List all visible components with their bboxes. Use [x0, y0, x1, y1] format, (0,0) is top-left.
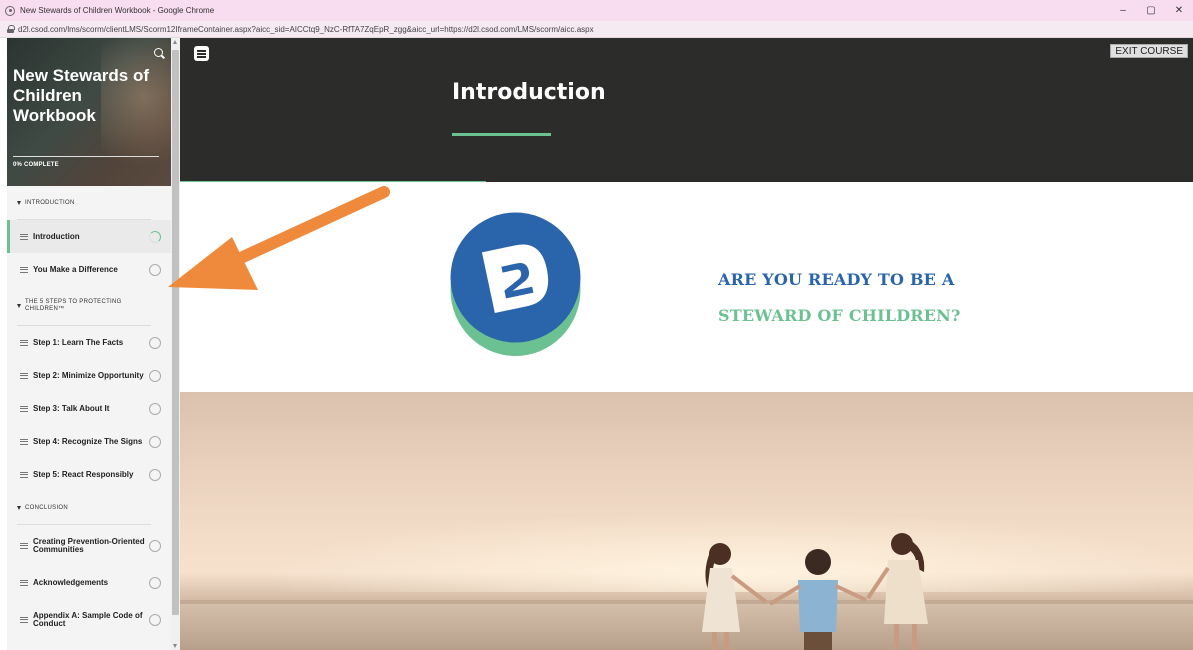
lesson-label: Creating Prevention-Oriented Communities	[33, 536, 145, 554]
lesson-step-4[interactable]: Step 4: Recognize The Signs	[7, 425, 171, 458]
lesson-lines-icon	[20, 233, 28, 240]
lesson-lines-icon	[20, 339, 28, 346]
lesson-label: Appendix A: Sample Code of Conduct	[33, 610, 143, 628]
lesson-step-5[interactable]: Step 5: React Responsibly	[7, 458, 171, 491]
lesson-lines-icon	[20, 471, 28, 478]
lesson-lines-icon	[20, 542, 28, 549]
lesson-lines-icon	[20, 405, 28, 412]
lesson-step-3[interactable]: Step 3: Talk About It	[7, 392, 171, 425]
lesson-step-2[interactable]: Step 2: Minimize Opportunity	[7, 359, 171, 392]
title-underline	[452, 133, 551, 136]
lesson-label: Step 1: Learn The Facts	[33, 337, 124, 347]
lesson-lines-icon	[20, 616, 28, 623]
children-silhouettes	[702, 533, 928, 650]
browser-titlebar: New Stewards of Children Workbook - Goog…	[0, 0, 1193, 21]
tagline-line-1: ARE YOU READY TO BE A	[718, 270, 955, 289]
section-header-conclusion[interactable]: CONCLUSION	[7, 491, 171, 525]
scroll-down-arrow-icon[interactable]	[173, 644, 177, 648]
children-beach-photo	[180, 392, 1193, 650]
address-bar[interactable]: d2l.csod.com/lms/scorm/clientLMS/Scorm12…	[0, 21, 1193, 38]
section-header-introduction[interactable]: INTRODUCTION	[7, 186, 171, 220]
lesson-lines-icon	[20, 266, 28, 273]
lock-icon	[7, 25, 15, 33]
progress-divider	[13, 156, 159, 157]
scroll-up-arrow-icon[interactable]	[173, 40, 177, 44]
progress-circle-icon	[149, 576, 161, 589]
caret-down-icon	[17, 201, 21, 205]
close-window-button[interactable]: ✕	[1165, 5, 1193, 16]
progress-circle-icon	[149, 402, 161, 415]
lesson-you-make-a-difference[interactable]: You Make a Difference	[7, 253, 171, 286]
exit-course-button[interactable]: EXIT COURSE	[1110, 44, 1188, 58]
section-title: INTRODUCTION	[25, 199, 75, 206]
lesson-appendix-a[interactable]: Appendix A: Sample Code of Conduct	[7, 599, 171, 640]
lesson-hero: EXIT COURSE Introduction	[180, 38, 1193, 182]
tagline-line-2: STEWARD OF CHILDREN?	[718, 306, 961, 325]
url-text[interactable]: d2l.csod.com/lms/scorm/clientLMS/Scorm12…	[18, 25, 594, 34]
menu-icon[interactable]	[194, 46, 209, 61]
lesson-title: Introduction	[452, 80, 606, 105]
search-icon[interactable]	[154, 48, 163, 57]
progress-label: 0% COMPLETE	[13, 162, 59, 168]
lesson-label: Introduction	[33, 231, 80, 241]
lesson-acknowledgements[interactable]: Acknowledgements	[7, 566, 171, 599]
lesson-label: You Make a Difference	[33, 264, 118, 274]
chrome-icon	[5, 5, 15, 16]
progress-circle-icon	[149, 336, 161, 349]
sidebar-scrollbar[interactable]	[171, 38, 180, 650]
lesson-introduction[interactable]: Introduction	[7, 220, 171, 253]
window-controls: – ▢ ✕	[1109, 0, 1193, 21]
lesson-label: Step 4: Recognize The Signs	[33, 436, 143, 446]
section-title: THE 5 STEPS TO PROTECTING CHILDREN™	[25, 299, 122, 312]
lesson-lines-icon	[20, 438, 28, 445]
restore-button[interactable]: ▢	[1137, 5, 1165, 16]
course-sidebar: New Stewards of Children Workbook 0% COM…	[7, 38, 171, 650]
lesson-label: Step 2: Minimize Opportunity	[33, 370, 144, 380]
lesson-content: EXIT COURSE Introduction ARE YOU READY T…	[180, 38, 1193, 650]
progress-circle-icon	[149, 613, 161, 626]
scroll-thumb[interactable]	[172, 50, 179, 615]
caret-down-icon	[17, 506, 21, 510]
intro-banner: ARE YOU READY TO BE A STEWARD OF CHILDRE…	[180, 182, 1193, 392]
lesson-label: Step 3: Talk About It	[33, 403, 110, 413]
lesson-label: Acknowledgements	[33, 577, 109, 587]
progress-circle-icon	[149, 263, 161, 276]
caret-down-icon	[17, 304, 21, 308]
sidebar-header: New Stewards of Children Workbook 0% COM…	[7, 38, 171, 186]
lesson-creating-prevention-oriented-communities[interactable]: Creating Prevention-Oriented Communities	[7, 525, 171, 566]
progress-circle-icon	[149, 468, 161, 481]
section-title: CONCLUSION	[25, 504, 69, 511]
window-title: New Stewards of Children Workbook - Goog…	[20, 6, 215, 15]
progress-circle-icon	[149, 435, 161, 448]
lesson-lines-icon	[20, 372, 28, 379]
progress-circle-icon	[149, 539, 161, 552]
minimize-button[interactable]: –	[1109, 5, 1137, 16]
progress-circle-icon	[149, 369, 161, 382]
lesson-label: Step 5: React Responsibly	[33, 469, 134, 479]
course-title: New Stewards of Children Workbook	[13, 66, 150, 125]
lesson-lines-icon	[20, 579, 28, 586]
progress-ring-icon	[149, 230, 161, 243]
lesson-step-1[interactable]: Step 1: Learn The Facts	[7, 326, 171, 359]
section-header-5-steps[interactable]: THE 5 STEPS TO PROTECTING CHILDREN™	[7, 286, 171, 326]
d2l-logo-icon	[450, 212, 581, 356]
